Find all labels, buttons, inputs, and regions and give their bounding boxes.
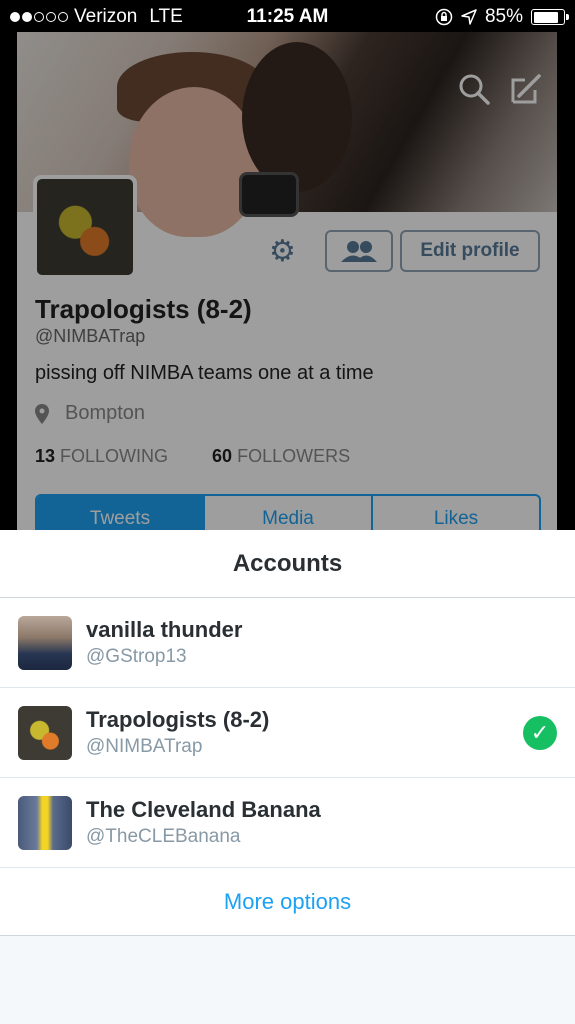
account-name: The Cleveland Banana <box>86 797 321 822</box>
account-avatar <box>18 705 72 760</box>
status-right: 85% <box>435 6 569 28</box>
battery-fill <box>533 11 559 23</box>
rotation-lock-icon <box>435 8 453 26</box>
accounts-sheet: Accounts vanilla thunder @GStrop13 Trapo… <box>0 530 575 1024</box>
location-arrow-icon <box>461 9 477 25</box>
accounts-sheet-title: Accounts <box>0 530 575 598</box>
accounts-sheet-body: Accounts vanilla thunder @GStrop13 Trapo… <box>0 530 575 936</box>
account-name: Trapologists (8-2) <box>86 707 270 732</box>
account-avatar <box>18 615 72 670</box>
account-row[interactable]: vanilla thunder @GStrop13 <box>0 598 575 688</box>
battery-icon <box>531 9 569 25</box>
account-avatar <box>18 795 72 850</box>
account-handle: @GStrop13 <box>86 646 187 667</box>
selected-check-icon: ✓ <box>523 716 557 750</box>
account-info: The Cleveland Banana @TheCLEBanana <box>86 797 321 848</box>
account-row[interactable]: Trapologists (8-2) @NIMBATrap ✓ <box>0 688 575 778</box>
more-options-button[interactable]: More options <box>0 868 575 936</box>
account-handle: @NIMBATrap <box>86 736 203 757</box>
account-handle: @TheCLEBanana <box>86 826 241 847</box>
account-info: Trapologists (8-2) @NIMBATrap <box>86 707 269 758</box>
dim-overlay[interactable] <box>0 32 575 530</box>
battery-percent: 85% <box>484 6 523 27</box>
status-bar: Verizon LTE 11:25 AM 85% <box>0 0 575 32</box>
account-name: vanilla thunder <box>86 617 243 642</box>
account-info: vanilla thunder @GStrop13 <box>86 617 242 668</box>
account-row[interactable]: The Cleveland Banana @TheCLEBanana <box>0 778 575 868</box>
